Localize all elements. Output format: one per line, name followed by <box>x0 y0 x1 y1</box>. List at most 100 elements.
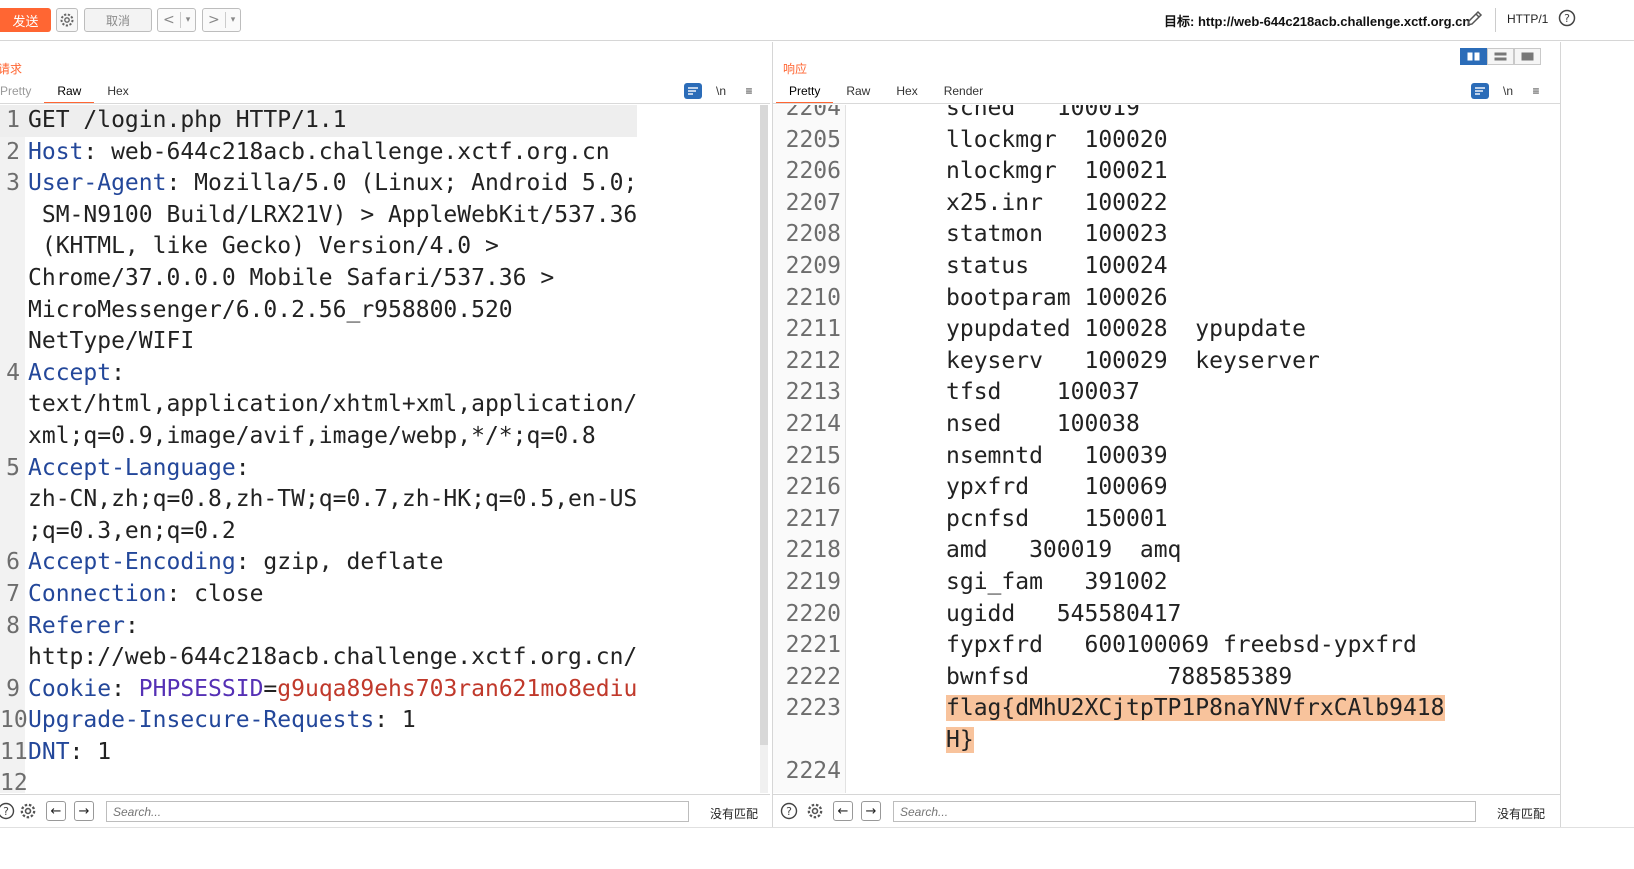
protocol-label[interactable]: HTTP/1 <box>1507 12 1548 26</box>
edit-target-pencil-icon[interactable] <box>1464 9 1484 29</box>
search-settings-button[interactable] <box>18 801 38 821</box>
response-line[interactable]: 2212 keyserv 100029 keyserver <box>773 346 1445 378</box>
response-line[interactable]: 2223 flag{dMhU2XCjtpTP1P8naYNVfrxCAlb9418 <box>773 693 1445 725</box>
response-editor[interactable]: 2204 sched 100019 2205 llockmgr 100020 2206 n… <box>773 105 1560 793</box>
request-line[interactable]: zh-CN,zh;q=0.8,zh-TW;q=0.7,zh-HK;q=0.5,e… <box>0 484 637 516</box>
request-line[interactable]: 2 Host: web-644c218acb.challenge.xctf.org… <box>0 137 637 169</box>
request-scrollbar[interactable] <box>760 105 768 793</box>
back-history-dropdown[interactable]: ▾ <box>181 15 196 25</box>
show-newlines-toggle[interactable]: \n <box>712 83 730 99</box>
response-line[interactable]: 2217 pcnfsd 150001 <box>773 504 1445 536</box>
response-line[interactable]: 2206 nlockmgr 100021 <box>773 156 1445 188</box>
request-line[interactable]: 12 <box>0 768 637 793</box>
header-name: User-Agent <box>28 170 167 197</box>
layout-tabbed-button[interactable] <box>1514 48 1541 65</box>
request-editor[interactable]: 1 GET /login.php HTTP/1.1 2 Host: web-644c2… <box>0 105 770 793</box>
tab-raw[interactable]: Raw <box>44 84 95 104</box>
request-line[interactable]: 11 DNT: 1 <box>0 737 637 769</box>
request-title: 请求 <box>0 62 23 76</box>
request-line[interactable]: 6 Accept-Encoding: gzip, deflate <box>0 547 637 579</box>
request-line[interactable]: 9 Cookie: PHPSESSID=g9uqa89ehs703ran621mo… <box>0 674 637 706</box>
layout-side-by-side-button[interactable] <box>1460 48 1487 65</box>
response-line[interactable]: H} <box>773 725 1445 757</box>
response-line[interactable]: 2214 nsed 100038 <box>773 409 1445 441</box>
search-prev-button[interactable]: ← <box>46 801 66 821</box>
back-button[interactable]: < <box>158 12 180 28</box>
request-line[interactable]: 1 GET /login.php HTTP/1.1 <box>0 105 638 137</box>
word-wrap-toggle[interactable] <box>684 83 702 99</box>
response-line[interactable]: 2215 nsemntd 100039 <box>773 441 1445 473</box>
header-name: Accept-Language <box>28 454 236 481</box>
response-line[interactable]: 2211 ypupdated 100028 ypupdate <box>773 314 1445 346</box>
request-line[interactable]: 7 Connection: close <box>0 579 637 611</box>
scroll-thumb[interactable] <box>760 105 768 745</box>
response-line[interactable]: 2219 sgi_fam 391002 <box>773 567 1445 599</box>
word-wrap-toggle[interactable] <box>1471 83 1489 99</box>
line-number: 12 <box>0 770 28 793</box>
request-tabs: Pretty Raw Hex <box>0 84 142 104</box>
request-line[interactable]: 10 Upgrade-Insecure-Requests: 1 <box>0 705 637 737</box>
request-code[interactable]: 1 GET /login.php HTTP/1.1 2 Host: web-644c2… <box>0 105 638 793</box>
help-icon[interactable]: ? <box>1558 9 1576 27</box>
tab-raw[interactable]: Raw <box>833 84 883 104</box>
response-line[interactable]: 2213 tfsd 100037 <box>773 377 1445 409</box>
header-value: GET /login.php HTTP/1.1 <box>28 107 347 133</box>
response-line[interactable]: 2210 bootparam 100026 <box>773 283 1445 315</box>
search-next-button[interactable]: → <box>74 801 94 821</box>
search-help-button[interactable]: ? <box>779 801 799 821</box>
request-line[interactable]: ;q=0.3,en;q=0.2 <box>0 516 637 548</box>
line-text: amd 300019 amq <box>841 535 1181 567</box>
cancel-button[interactable]: 取消 <box>84 8 152 32</box>
tab-pretty[interactable]: Pretty <box>0 84 44 104</box>
line-number: 9 <box>6 675 20 702</box>
search-help-button[interactable]: ? <box>0 801 16 821</box>
request-line[interactable]: http://web-644c218acb.challenge.xctf.org… <box>0 642 637 674</box>
request-line[interactable]: NetType/WIFI <box>0 326 637 358</box>
request-line[interactable]: 8 Referer: <box>0 611 637 643</box>
request-line[interactable]: text/html,application/xhtml+xml,applicat… <box>0 389 637 421</box>
send-button[interactable]: 发送 <box>0 8 51 32</box>
response-line[interactable]: 2220 ugidd 545580417 <box>773 599 1445 631</box>
line-text: Accept: <box>20 358 125 390</box>
request-line[interactable]: (KHTML, like Gecko) Version/4.0 > <box>0 231 637 263</box>
line-number: 7 <box>6 580 20 607</box>
forward-history-dropdown[interactable]: ▾ <box>226 15 241 25</box>
request-search-input[interactable] <box>106 801 689 822</box>
request-line[interactable]: 4 Accept: <box>0 358 637 390</box>
tab-pretty[interactable]: Pretty <box>776 84 834 104</box>
tab-hex[interactable]: Hex <box>883 84 930 104</box>
request-menu-button[interactable]: ≡ <box>740 83 758 99</box>
request-line[interactable]: Chrome/37.0.0.0 Mobile Safari/537.36 > <box>0 263 637 295</box>
header-value: ;q=0.3,en;q=0.2 <box>28 517 236 544</box>
request-search-bar: ? ← → 没有匹配 <box>0 794 770 827</box>
tab-render[interactable]: Render <box>931 84 996 104</box>
request-line[interactable]: 5 Accept-Language: <box>0 453 637 485</box>
response-line[interactable]: 2204 sched 100019 <box>773 105 1445 125</box>
forward-button[interactable]: > <box>203 12 225 28</box>
response-search-input[interactable] <box>893 801 1476 822</box>
line-text: sched 100019 <box>841 105 1140 125</box>
line-text: ypupdated 100028 ypupdate <box>841 314 1306 346</box>
tab-hex[interactable]: Hex <box>94 84 141 104</box>
response-line[interactable]: 2218 amd 300019 amq <box>773 535 1445 567</box>
show-newlines-toggle[interactable]: \n <box>1499 83 1517 99</box>
search-prev-button[interactable]: ← <box>833 801 853 821</box>
layout-stacked-button[interactable] <box>1487 48 1514 65</box>
response-line[interactable]: 2224 <box>773 756 1445 788</box>
request-line[interactable]: MicroMessenger/6.0.2.56_r958800.520 <box>0 295 637 327</box>
response-line[interactable]: 2208 statmon 100023 <box>773 219 1445 251</box>
response-line[interactable]: 2205 llockmgr 100020 <box>773 125 1445 157</box>
response-menu-button[interactable]: ≡ <box>1527 83 1545 99</box>
response-line[interactable]: 2216 ypxfrd 100069 <box>773 472 1445 504</box>
request-line[interactable]: 3 User-Agent: Mozilla/5.0 (Linux; Android… <box>0 168 637 200</box>
request-line[interactable]: SM-N9100 Build/LRX21V) > AppleWebKit/537… <box>0 200 637 232</box>
response-line[interactable]: 2221 fypxfrd 600100069 freebsd-ypxfrd <box>773 630 1445 662</box>
response-code[interactable]: 2204 sched 100019 2205 llockmgr 100020 2206 n… <box>773 105 1445 788</box>
request-line[interactable]: xml;q=0.9,image/avif,image/webp,*/*;q=0.… <box>0 421 637 453</box>
search-settings-button[interactable] <box>805 801 825 821</box>
response-line[interactable]: 2209 status 100024 <box>773 251 1445 283</box>
response-line[interactable]: 2222 bwnfsd 788585389 <box>773 662 1445 694</box>
response-line[interactable]: 2207 x25.inr 100022 <box>773 188 1445 220</box>
settings-button[interactable] <box>56 8 78 32</box>
search-next-button[interactable]: → <box>861 801 881 821</box>
